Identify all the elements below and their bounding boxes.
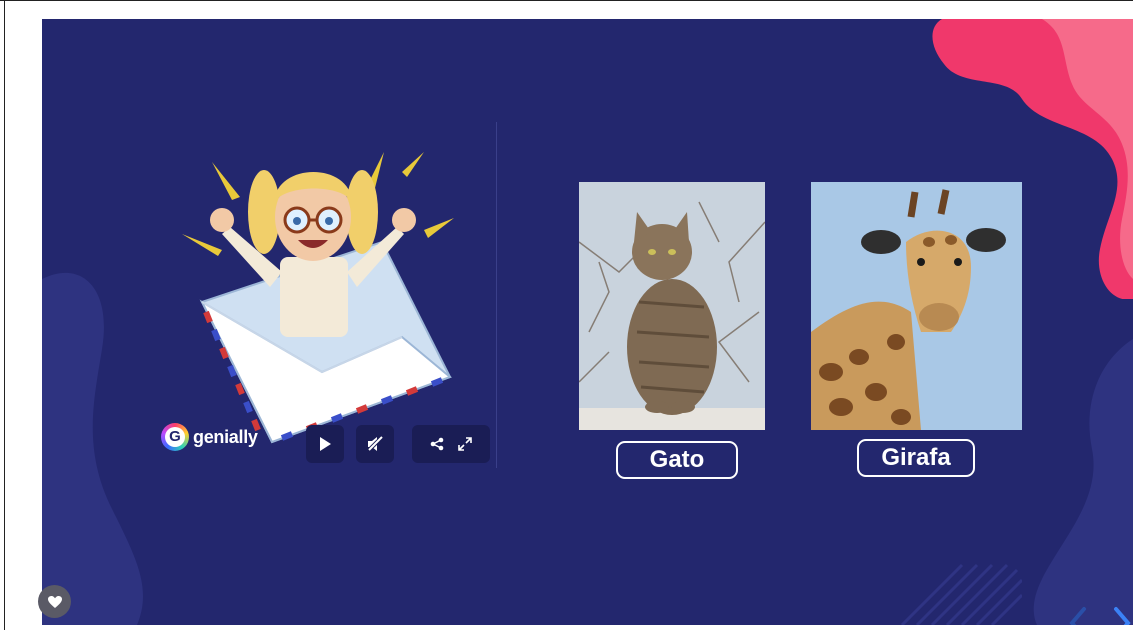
genially-logo-letter: G: [165, 427, 185, 447]
like-button[interactable]: [38, 585, 71, 618]
window-border-top: [0, 0, 1133, 1]
share-icon[interactable]: [430, 437, 444, 451]
gato-label-button[interactable]: Gato: [616, 441, 738, 479]
left-blob-decoration: [42, 272, 143, 625]
stripe-pattern-decoration: [900, 563, 1022, 625]
girafa-label-button[interactable]: Girafa: [857, 439, 975, 477]
play-button[interactable]: [306, 425, 344, 463]
genially-logo[interactable]: G genially: [161, 423, 258, 451]
bitmoji-envelope-image: [182, 152, 454, 444]
genially-logo-icon: G: [161, 423, 189, 451]
giraffe-photo: [811, 182, 1022, 430]
mute-icon: [366, 435, 384, 453]
play-icon: [320, 437, 331, 451]
gato-label-text: Gato: [649, 446, 705, 473]
girafa-label-text: Girafa: [881, 444, 951, 471]
presentation-slide: G genially Gato Girafa: [42, 19, 1133, 625]
cat-photo: [579, 182, 765, 430]
chevron-left-icon[interactable]: [1064, 603, 1092, 625]
mute-button[interactable]: [356, 425, 394, 463]
window-border-left: [4, 0, 5, 630]
fullscreen-icon[interactable]: [458, 437, 472, 451]
chevron-right-icon[interactable]: [1108, 603, 1133, 625]
share-fullscreen-group: [412, 425, 490, 463]
heart-icon: [47, 595, 62, 608]
video-media-box[interactable]: [152, 122, 497, 468]
genially-logo-text: genially: [193, 426, 258, 447]
